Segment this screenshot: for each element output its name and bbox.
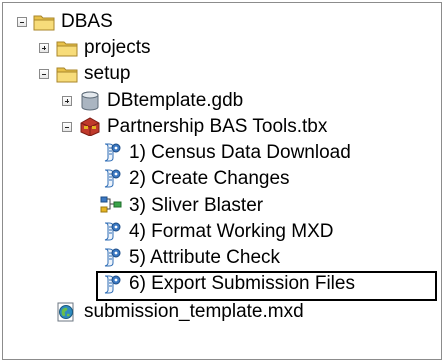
collapse-toggle[interactable]: [39, 69, 49, 79]
collapse-toggle[interactable]: [62, 122, 72, 132]
toolbox-icon: [80, 117, 100, 136]
highlight-box: [96, 271, 437, 301]
folder-icon: [56, 67, 78, 83]
tree-node-dbas[interactable]: DBAS: [3, 9, 439, 35]
expand-toggle[interactable]: [62, 96, 72, 106]
tool-label: 2) Create Changes: [129, 168, 290, 189]
script-tool-icon: [104, 143, 121, 162]
tool-label: 1) Census Data Download: [129, 142, 351, 163]
tree-node-projects[interactable]: projects: [3, 35, 439, 61]
tree-node-label: submission_template.mxd: [84, 301, 304, 322]
tree-node-label: DBAS: [61, 11, 113, 32]
expand-toggle[interactable]: [39, 43, 49, 53]
tool-label: 5) Attribute Check: [129, 247, 281, 268]
tree-node-mxd[interactable]: submission_template.mxd: [3, 299, 439, 325]
tree-node-dbtemplate[interactable]: DBtemplate.gdb: [3, 88, 439, 114]
model-tool-icon: [100, 196, 122, 213]
tool-item[interactable]: 5) Attribute Check: [3, 245, 439, 271]
tree-node-label: DBtemplate.gdb: [107, 90, 244, 111]
folder-icon: [33, 15, 55, 31]
tree-node-label: projects: [84, 37, 151, 58]
map-document-icon: [57, 302, 74, 322]
tree-node-label: setup: [84, 63, 131, 84]
database-icon: [81, 91, 99, 111]
folder-icon: [56, 41, 78, 57]
tree-node-toolbox[interactable]: Partnership BAS Tools.tbx: [3, 114, 439, 140]
catalog-tree: DBAS projects setup DBtemplate.gdb Partn…: [2, 2, 442, 360]
tool-label: 3) Sliver Blaster: [129, 195, 264, 216]
tool-item[interactable]: 2) Create Changes: [3, 166, 439, 192]
collapse-toggle[interactable]: [17, 17, 27, 27]
tree-node-setup[interactable]: setup: [3, 61, 439, 87]
script-tool-icon: [104, 169, 121, 188]
script-tool-icon: [104, 222, 121, 241]
script-tool-icon: [104, 248, 121, 267]
tree-node-label: Partnership BAS Tools.tbx: [107, 116, 328, 137]
tool-item[interactable]: 1) Census Data Download: [3, 140, 439, 166]
tool-label: 4) Format Working MXD: [129, 221, 334, 242]
tool-item[interactable]: 3) Sliver Blaster: [3, 193, 439, 219]
tool-item[interactable]: 4) Format Working MXD: [3, 219, 439, 245]
